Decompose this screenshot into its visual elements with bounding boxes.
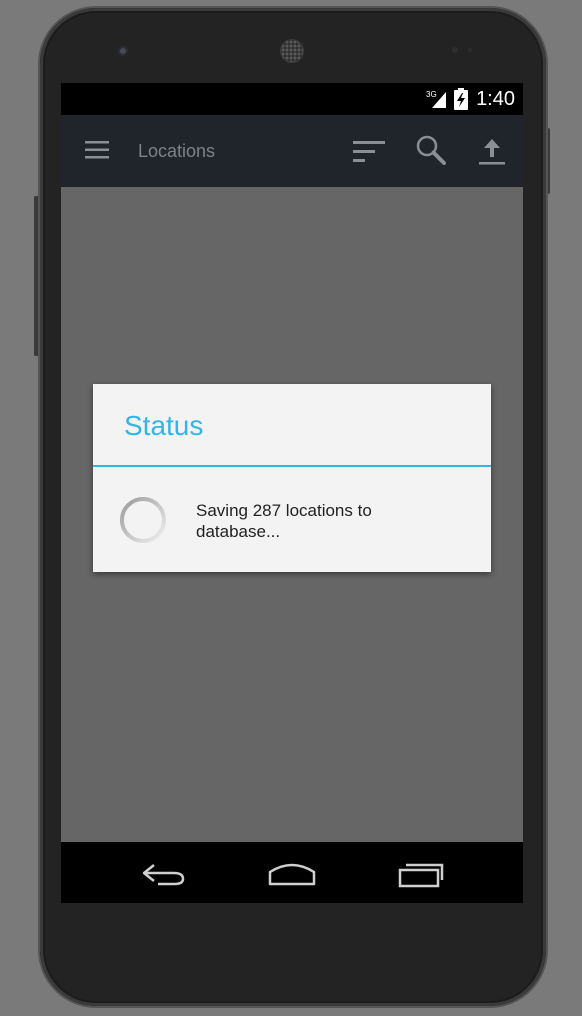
progress-spinner-icon (120, 497, 166, 543)
dialog-title: Status (124, 410, 204, 441)
dialog-message: Saving 287 locations to database... (196, 501, 372, 541)
screen: 3G 1:40 Locations Status Saving 287 loca… (61, 83, 523, 903)
front-camera (118, 46, 128, 56)
back-icon[interactable] (140, 861, 188, 887)
recents-icon[interactable] (398, 860, 444, 888)
dialog-divider (93, 465, 491, 467)
search-icon[interactable] (416, 135, 446, 165)
light-sensor (468, 48, 472, 52)
navigation-bar (61, 842, 523, 903)
earpiece-speaker (281, 40, 303, 62)
status-dialog: Status Saving 287 locations to database.… (93, 384, 491, 572)
status-bar: 3G 1:40 (61, 83, 523, 115)
action-bar: Locations (61, 115, 523, 187)
upload-icon[interactable] (478, 137, 506, 165)
app-title: Locations (138, 141, 216, 161)
signal-3g-icon: 3G (426, 90, 446, 108)
sort-icon[interactable] (353, 141, 385, 163)
proximity-sensor (452, 47, 458, 53)
home-icon[interactable] (268, 861, 316, 887)
menu-icon[interactable] (85, 141, 109, 159)
battery-charging-icon (454, 88, 468, 110)
clock: 1:40 (476, 88, 515, 110)
network-type-label: 3G (426, 90, 437, 99)
